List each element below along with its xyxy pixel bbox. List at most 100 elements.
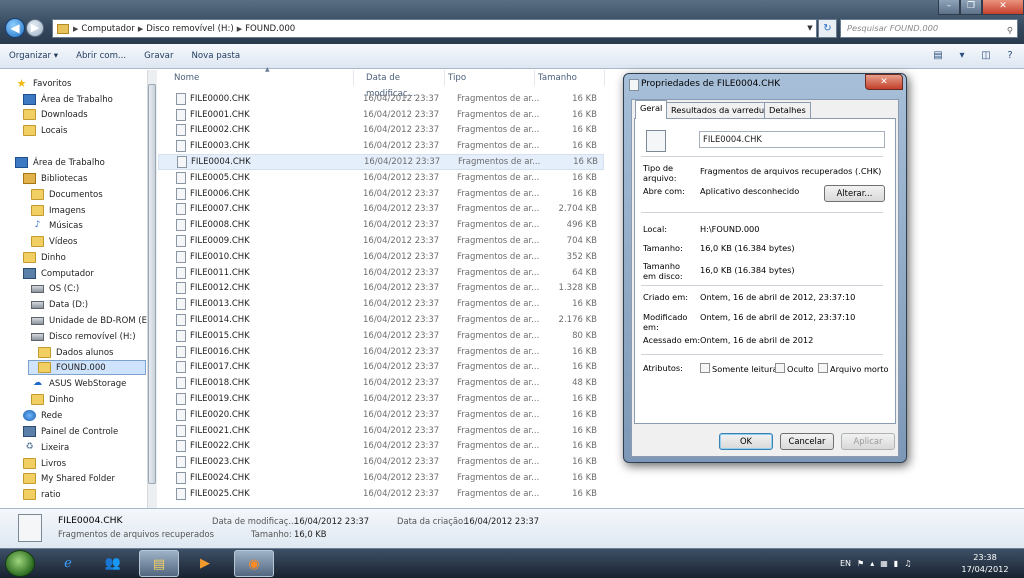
nav-computer[interactable]: Computador [23,266,94,281]
tab-general[interactable]: Geral [635,100,668,119]
tab-details[interactable]: Detalhes [764,102,811,118]
nav-documents[interactable]: Documentos [31,187,103,202]
file-row[interactable]: FILE0003.CHK 16/04/2012 23:37 Fragmentos d… [158,138,604,154]
file-row[interactable]: FILE0020.CHK 16/04/2012 23:37 Fragmentos d… [158,407,604,423]
minimize-button[interactable]: – [938,0,960,15]
firefox-icon[interactable]: ◉ [234,550,274,577]
column-name[interactable]: Nome [158,70,354,86]
nav-removable-disk[interactable]: Disco removível (H:) [31,329,136,344]
tray-signal-icon[interactable]: ▮ [894,559,898,568]
file-row[interactable]: FILE0007.CHK 16/04/2012 23:37 Fragmentos d… [158,202,604,218]
file-row[interactable]: FILE0023.CHK 16/04/2012 23:37 Fragmentos d… [158,454,604,470]
nav-music[interactable]: ♪ Músicas [31,218,83,233]
file-row[interactable]: FILE0001.CHK 16/04/2012 23:37 Fragmentos d… [158,107,604,123]
file-row[interactable]: FILE0004.CHK 16/04/2012 23:37 Fragmentos d… [158,154,604,170]
file-row[interactable]: FILE0002.CHK 16/04/2012 23:37 Fragmentos d… [158,123,604,139]
open-with-button[interactable]: Abrir com... [67,51,135,61]
nav-scrollbar-thumb[interactable] [148,84,156,484]
filename-field[interactable]: FILE0004.CHK [699,131,885,148]
file-row[interactable]: FILE0006.CHK 16/04/2012 23:37 Fragmentos d… [158,186,604,202]
nav-network[interactable]: Rede [23,408,62,423]
file-row[interactable]: FILE0010.CHK 16/04/2012 23:37 Fragmentos d… [158,249,604,265]
breadcrumb-removable-disk[interactable]: Disco removível (H:) [143,24,237,34]
views-dropdown-icon[interactable]: ▾ [954,48,970,64]
people-icon[interactable]: 👥 [93,550,133,577]
tray-network-icon[interactable]: ▦ [880,559,888,568]
tray-flag-icon[interactable]: ⚑ [857,559,864,568]
close-window-button[interactable]: ✕ [982,0,1024,15]
nav-downloads[interactable]: Downloads [23,107,88,122]
file-row[interactable]: FILE0024.CHK 16/04/2012 23:37 Fragmentos d… [158,470,604,486]
file-row[interactable]: FILE0018.CHK 16/04/2012 23:37 Fragmentos d… [158,375,604,391]
address-bar[interactable]: ▶ Computador ▶ Disco removível (H:) ▶ FO… [52,19,817,38]
tab-scan-results[interactable]: Resultados da varredura [666,102,778,118]
readonly-checkbox[interactable] [700,363,710,373]
nav-found[interactable]: FOUND.000 [28,360,146,375]
change-button[interactable]: Alterar... [824,185,885,202]
forward-button[interactable]: ▶ [26,19,44,37]
breadcrumb-found[interactable]: FOUND.000 [242,24,298,34]
nav-desktop[interactable]: Área de Trabalho [15,155,105,170]
tray-volume-icon[interactable]: ♫ [904,559,911,568]
column-type[interactable]: Tipo [445,70,535,86]
views-icon[interactable]: ▤ [930,48,946,64]
file-row[interactable]: FILE0009.CHK 16/04/2012 23:37 Fragmentos d… [158,233,604,249]
nav-bdrom[interactable]: Unidade de BD-ROM (E:) [31,313,153,328]
media-player-icon[interactable]: ▶ [185,550,225,577]
hidden-checkbox[interactable] [775,363,785,373]
breadcrumb-computer[interactable]: Computador [78,24,137,34]
explorer-taskbar-icon[interactable]: ▤ [139,550,179,577]
address-dropdown-icon[interactable]: ▼ [804,20,816,37]
file-row[interactable]: FILE0014.CHK 16/04/2012 23:37 Fragmentos d… [158,312,604,328]
dialog-close-button[interactable]: ✕ [865,74,903,90]
burn-button[interactable]: Gravar [135,51,182,61]
nav-books[interactable]: Livros [23,456,66,471]
column-date[interactable]: Data de modificaç... [354,70,445,99]
nav-libraries[interactable]: Bibliotecas [23,171,87,186]
nav-ratio[interactable]: ratio [23,487,61,502]
file-row[interactable]: FILE0005.CHK 16/04/2012 23:37 Fragmentos d… [158,170,604,186]
file-row[interactable]: FILE0021.CHK 16/04/2012 23:37 Fragmentos d… [158,423,604,439]
nav-drive-c[interactable]: OS (C:) [31,281,79,296]
nav-recycle-bin[interactable]: ♻ Lixeira [23,440,69,455]
internet-explorer-icon[interactable]: ℯ [48,550,88,577]
preview-pane-icon[interactable]: ◫ [978,48,994,64]
organize-button[interactable]: Organizar ▾ [0,51,67,61]
file-row[interactable]: FILE0022.CHK 16/04/2012 23:37 Fragmentos d… [158,439,604,455]
back-button[interactable]: ◀ [5,18,25,38]
file-row[interactable]: FILE0019.CHK 16/04/2012 23:37 Fragmentos d… [158,391,604,407]
file-row[interactable]: FILE0011.CHK 16/04/2012 23:37 Fragmentos d… [158,265,604,281]
maximize-button[interactable]: ❐ [960,0,982,15]
nav-dinho-2[interactable]: Dinho [31,392,74,407]
nav-locais[interactable]: Locais [23,123,67,138]
nav-videos[interactable]: Vídeos [31,234,77,249]
clock[interactable]: 23:38 17/04/2012 [950,551,1020,575]
file-row[interactable]: FILE0012.CHK 16/04/2012 23:37 Fragmentos d… [158,281,604,297]
nav-shared-folder[interactable]: My Shared Folder [23,471,115,486]
apply-button[interactable]: Aplicar [841,433,895,450]
ok-button[interactable]: OK [719,433,773,450]
nav-dados-alunos[interactable]: Dados alunos [38,345,113,360]
file-row[interactable]: FILE0016.CHK 16/04/2012 23:37 Fragmentos d… [158,344,604,360]
archive-checkbox[interactable] [818,363,828,373]
language-indicator[interactable]: EN [840,559,851,568]
file-row[interactable]: FILE0025.CHK 16/04/2012 23:37 Fragmentos d… [158,486,604,502]
refresh-button[interactable]: ↻ [818,19,837,38]
file-row[interactable]: FILE0017.CHK 16/04/2012 23:37 Fragmentos d… [158,360,604,376]
help-icon[interactable]: ? [1002,48,1018,64]
search-input[interactable]: Pesquisar FOUND.000 ⚲ [840,19,1018,38]
nav-control-panel[interactable]: Painel de Controle [23,424,118,439]
cancel-button[interactable]: Cancelar [780,433,834,450]
nav-favorites[interactable]: ★ Favoritos [15,76,72,91]
file-row[interactable]: FILE0013.CHK 16/04/2012 23:37 Fragmentos d… [158,296,604,312]
nav-dinho[interactable]: Dinho [23,250,66,265]
nav-asus-webstorage[interactable]: ☁ ASUS WebStorage [31,376,126,391]
column-size[interactable]: Tamanho [535,70,605,86]
nav-images[interactable]: Imagens [31,203,85,218]
file-row[interactable]: FILE0000.CHK 16/04/2012 23:37 Fragmentos d… [158,91,604,107]
nav-fav-desktop[interactable]: Área de Trabalho [23,92,113,107]
nav-drive-d[interactable]: Data (D:) [31,297,88,312]
start-button[interactable] [5,550,35,577]
new-folder-button[interactable]: Nova pasta [183,51,250,61]
tray-arrow-icon[interactable]: ▴ [870,559,874,568]
